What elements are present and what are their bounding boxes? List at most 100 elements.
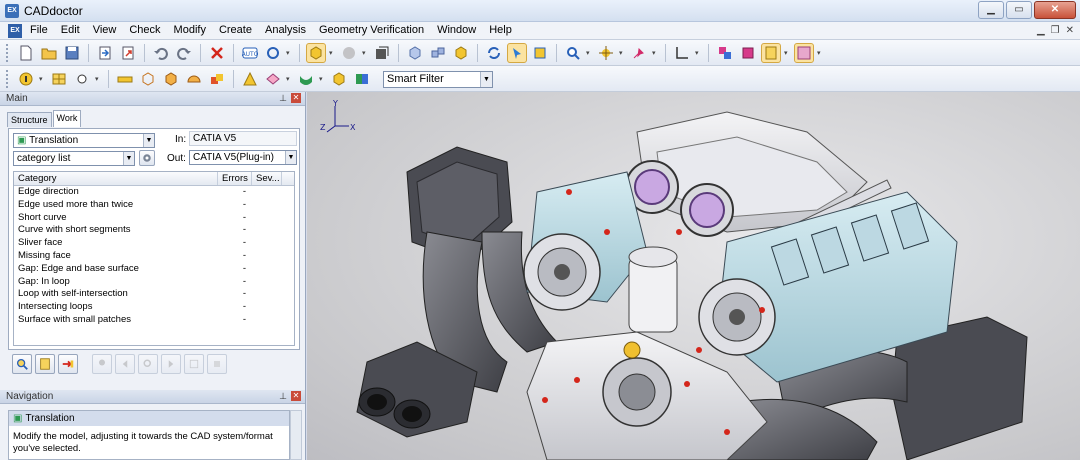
tab-work[interactable]: Work xyxy=(52,110,82,127)
zoom-icon[interactable] xyxy=(563,43,583,63)
orbit-icon[interactable] xyxy=(596,43,616,63)
ruler-icon[interactable] xyxy=(115,69,135,89)
3d-viewport[interactable]: Y X Z xyxy=(307,92,1080,460)
open-folder-icon[interactable] xyxy=(39,43,59,63)
filter-icon[interactable] xyxy=(794,43,814,63)
shaded-mode-icon[interactable] xyxy=(306,43,326,63)
table-row[interactable]: Curve with short segments - xyxy=(14,224,294,237)
info-marker-icon[interactable] xyxy=(92,354,112,374)
wire-box-icon[interactable] xyxy=(138,69,158,89)
table-row[interactable]: Surface with small patches - xyxy=(14,314,294,327)
new-file-icon[interactable] xyxy=(16,43,36,63)
pin-panel-icon[interactable]: ⊥ xyxy=(279,391,287,402)
assembly-icon[interactable] xyxy=(352,69,372,89)
multi-box-icon[interactable] xyxy=(207,69,227,89)
export-icon[interactable] xyxy=(118,43,138,63)
refresh-icon[interactable] xyxy=(484,43,504,63)
close-panel-icon[interactable]: ✕ xyxy=(291,391,301,401)
pin-icon[interactable] xyxy=(629,43,649,63)
note-icon[interactable] xyxy=(761,43,781,63)
smart-filter-select[interactable]: Smart Filter ▼ xyxy=(383,70,493,88)
pick-icon[interactable] xyxy=(530,43,550,63)
mdi-minimize-icon[interactable]: ▁ xyxy=(1037,25,1045,36)
table-row[interactable]: Short curve - xyxy=(14,212,294,225)
solid-box-icon[interactable] xyxy=(161,69,181,89)
menu-view[interactable]: View xyxy=(93,24,117,36)
clear-icon[interactable] xyxy=(207,354,227,374)
mesh-icon[interactable] xyxy=(263,69,283,89)
table-row[interactable]: Gap: In loop - xyxy=(14,276,294,289)
menu-edit[interactable]: Edit xyxy=(61,24,80,36)
menu-help[interactable]: Help xyxy=(489,24,512,36)
grid-check-icon[interactable] xyxy=(49,69,69,89)
menu-analysis[interactable]: Analysis xyxy=(265,24,306,36)
table-row[interactable]: Loop with self-intersection - xyxy=(14,288,294,301)
table-row[interactable]: Edge used more than twice - xyxy=(14,199,294,212)
select-icon[interactable] xyxy=(507,43,527,63)
menu-window[interactable]: Window xyxy=(437,24,476,36)
settings-gear-icon[interactable] xyxy=(139,150,155,166)
mdi-close-icon[interactable]: ✕ xyxy=(1066,25,1074,36)
document-icon[interactable]: EX xyxy=(8,24,22,38)
import-icon[interactable] xyxy=(95,43,115,63)
rotate-icon[interactable] xyxy=(263,43,283,63)
close-button[interactable]: ✕ xyxy=(1034,1,1076,19)
mdi-restore-icon[interactable]: ❐ xyxy=(1051,25,1060,36)
menu-file[interactable]: File xyxy=(30,24,48,36)
column-errors[interactable]: Errors xyxy=(218,172,252,185)
color-icon[interactable] xyxy=(715,43,735,63)
cube-view-icon[interactable] xyxy=(405,43,425,63)
menu-check[interactable]: Check xyxy=(129,24,160,36)
column-severity[interactable]: Sev... xyxy=(252,172,282,185)
column-category[interactable]: Category xyxy=(14,172,218,185)
out-format-select[interactable]: CATIA V5(Plug-in) ▼ xyxy=(189,150,297,165)
solid-icon[interactable] xyxy=(329,69,349,89)
color-swap-icon[interactable] xyxy=(738,43,758,63)
redo-icon[interactable] xyxy=(174,43,194,63)
zoom-to-icon[interactable] xyxy=(138,354,158,374)
circle-dot-icon[interactable] xyxy=(72,69,92,89)
table-row[interactable]: Missing face - xyxy=(14,250,294,263)
toolbar-grip[interactable] xyxy=(6,70,10,88)
table-row[interactable]: Gap: Edge and base surface - xyxy=(14,263,294,276)
previous-icon[interactable] xyxy=(115,354,135,374)
delete-icon[interactable] xyxy=(207,43,227,63)
navigation-item[interactable]: ▣ Translation xyxy=(9,411,289,426)
tab-structure[interactable]: Structure xyxy=(7,112,52,127)
table-row[interactable]: Sliver face - xyxy=(14,237,294,250)
undo-icon[interactable] xyxy=(151,43,171,63)
maximize-button[interactable]: ▭ xyxy=(1006,1,1032,19)
table-row[interactable]: Intersecting loops - xyxy=(14,301,294,314)
half-sphere-icon[interactable] xyxy=(184,69,204,89)
toolbar-grip[interactable] xyxy=(6,44,10,62)
menu-geometry-verification[interactable]: Geometry Verification xyxy=(319,24,424,36)
chevron-down-icon[interactable]: ▼ xyxy=(480,71,492,87)
row-errors: - xyxy=(242,288,246,300)
repair-icon[interactable] xyxy=(58,354,78,374)
check-run-icon[interactable] xyxy=(12,354,32,374)
table-row[interactable]: Edge direction - xyxy=(14,186,294,199)
next-icon[interactable] xyxy=(161,354,181,374)
engine-model[interactable] xyxy=(307,92,1080,460)
menu-modify[interactable]: Modify xyxy=(174,24,206,36)
triangle-icon[interactable] xyxy=(240,69,260,89)
menu-create[interactable]: Create xyxy=(219,24,252,36)
category-list-select[interactable]: category list ▼ xyxy=(13,151,135,166)
close-panel-icon[interactable]: ✕ xyxy=(291,93,301,103)
minimize-button[interactable]: ▁ xyxy=(978,1,1004,19)
sphere-icon[interactable] xyxy=(339,43,359,63)
export-result-icon[interactable] xyxy=(184,354,204,374)
auto-icon[interactable]: AUTO xyxy=(240,43,260,63)
axis-icon[interactable] xyxy=(672,43,692,63)
info-icon[interactable] xyxy=(16,69,36,89)
cubes-icon[interactable] xyxy=(428,43,448,63)
save-icon[interactable] xyxy=(62,43,82,63)
navigation-scrollbar[interactable] xyxy=(290,410,302,460)
surface-icon[interactable] xyxy=(296,69,316,89)
box-icon[interactable] xyxy=(451,43,471,63)
report-icon[interactable] xyxy=(35,354,55,374)
pin-panel-icon[interactable]: ⊥ xyxy=(279,93,287,104)
mode-select[interactable]: ▣ Translation ▼ xyxy=(13,133,155,148)
title-bar: EX CADdoctor ▁ ▭ ✕ xyxy=(0,0,1080,22)
layers-icon[interactable] xyxy=(372,43,392,63)
